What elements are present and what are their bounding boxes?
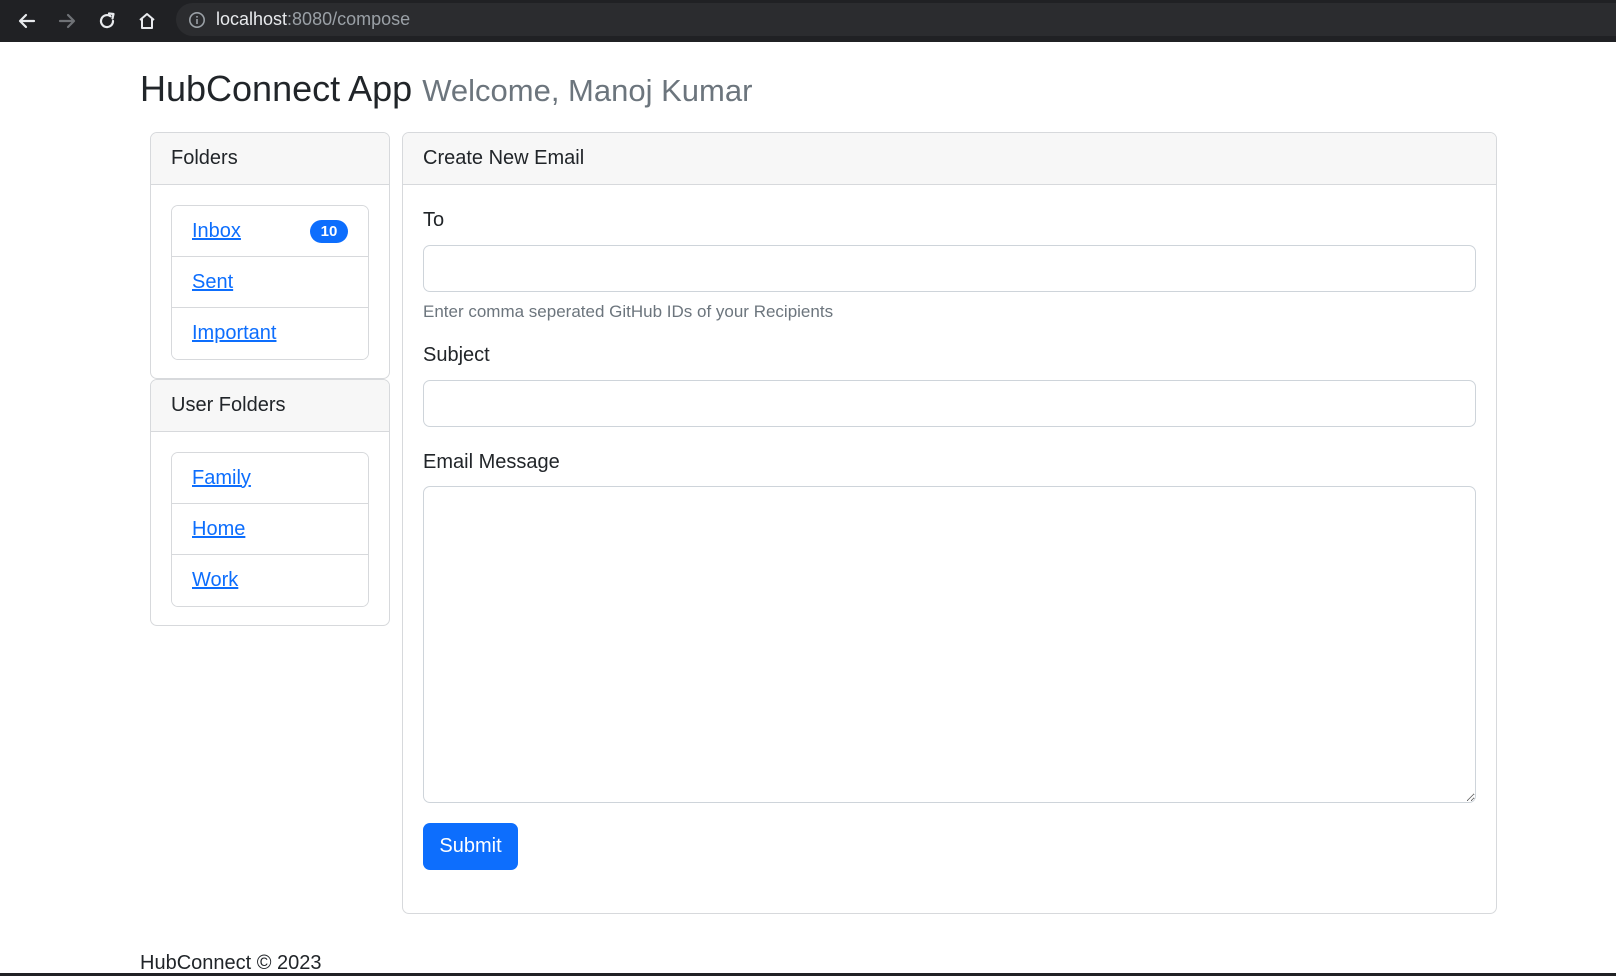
forward-arrow-icon [57,11,77,31]
to-input[interactable] [423,245,1476,292]
folder-item-inbox[interactable]: Inbox 10 [172,206,368,257]
compose-form: To Enter comma seperated GitHub IDs of y… [403,209,1496,870]
folder-item-sent[interactable]: Sent [172,257,368,308]
folder-item-important[interactable]: Important [172,308,368,359]
compose-email-card: Create New Email To Enter comma seperate… [402,132,1497,914]
url-host: localhost [216,9,288,29]
browser-toolbar: localhost:8080/compose [0,0,1616,42]
folders-card: Folders Inbox 10 Sent Important [150,132,390,379]
reload-button[interactable] [87,3,127,39]
home-button[interactable] [127,3,167,39]
back-button[interactable] [7,3,47,39]
user-folder-item-home[interactable]: Home [172,504,368,555]
to-label: To [423,209,445,231]
user-folder-link-work[interactable]: Work [192,569,238,592]
user-folder-item-family[interactable]: Family [172,453,368,504]
unread-count-badge: 10 [310,219,348,243]
address-bar[interactable]: localhost:8080/compose [176,3,1616,36]
folders-card-title: Folders [151,133,389,185]
message-label: Email Message [423,451,560,473]
subject-label: Subject [423,344,490,366]
back-arrow-icon [17,11,37,31]
user-folder-link-home[interactable]: Home [192,518,245,541]
folders-list: Inbox 10 Sent Important [171,205,369,360]
user-folder-item-work[interactable]: Work [172,555,368,606]
compose-card-title: Create New Email [403,133,1496,185]
folder-link-inbox[interactable]: Inbox [192,220,241,243]
footer-copyright: HubConnect © 2023 [140,952,322,974]
user-folders-list: Family Home Work [171,452,369,607]
home-icon [137,11,157,31]
message-textarea[interactable] [423,486,1476,803]
submit-button[interactable]: Submit [423,823,518,870]
app-title: HubConnect App [140,68,413,109]
user-folders-card-title: User Folders [151,380,389,432]
subject-input[interactable] [423,380,1476,427]
welcome-message: Welcome, Manoj Kumar [422,73,753,108]
user-folders-card: User Folders Family Home Work [150,379,390,626]
reload-icon [97,11,117,31]
info-icon[interactable] [188,11,206,29]
url-path: :8080/compose [287,9,411,29]
to-help-text: Enter comma seperated GitHub IDs of your… [423,302,834,321]
folder-link-important[interactable]: Important [192,322,276,345]
folder-link-sent[interactable]: Sent [192,271,233,294]
forward-button[interactable] [47,3,87,39]
user-folder-link-family[interactable]: Family [192,467,251,490]
page-header: HubConnect App Welcome, Manoj Kumar [140,68,752,110]
